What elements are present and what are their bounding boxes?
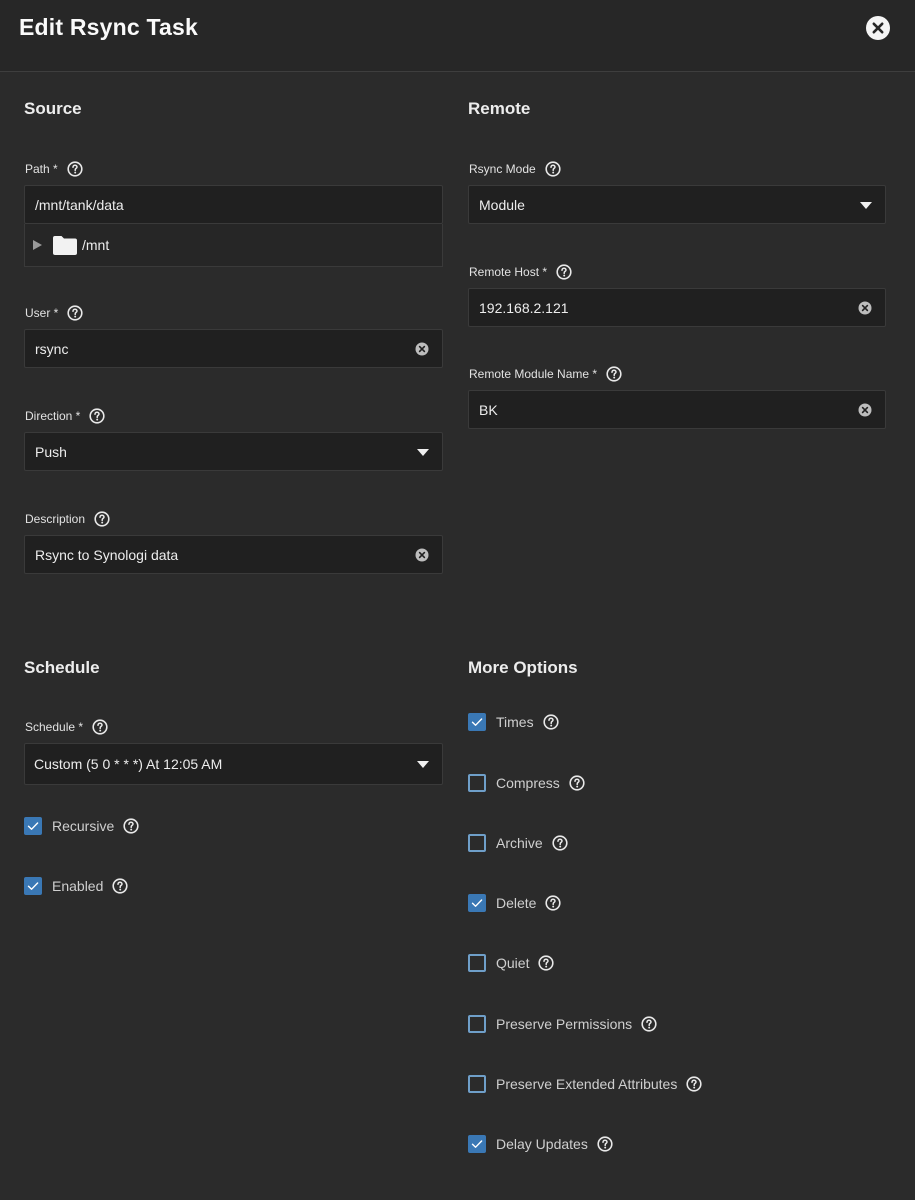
rsync-mode-select[interactable]: Module [468,185,886,224]
option-delete-checkbox[interactable]: Delete [468,892,561,914]
help-icon[interactable] [89,408,105,424]
remote-module-label: Remote Module Name * [469,365,622,383]
checkbox-checked[interactable] [468,894,486,912]
help-icon[interactable] [92,719,108,735]
path-label: Path * [25,160,83,178]
option-times-checkbox[interactable]: Times [468,711,559,733]
enabled-checkbox[interactable]: Enabled [24,875,128,897]
path-input[interactable]: /mnt/tank/data [24,185,443,224]
clear-icon[interactable] [415,548,429,562]
direction-label: Direction * [25,407,105,425]
help-icon[interactable] [67,161,83,177]
option-archive-checkbox[interactable]: Archive [468,832,568,854]
schedule-section-title: Schedule [24,658,100,677]
option-compress-checkbox[interactable]: Compress [468,772,585,794]
description-label: Description [25,510,110,528]
checkbox-unchecked[interactable] [468,1015,486,1033]
help-icon[interactable] [686,1076,702,1092]
help-icon[interactable] [597,1136,613,1152]
user-label: User * [25,304,83,322]
help-icon[interactable] [543,714,559,730]
remote-host-label: Remote Host * [469,263,572,281]
caret-down-icon [860,202,872,209]
checkbox-unchecked[interactable] [468,1075,486,1093]
source-section-title: Source [24,99,82,118]
checkbox-unchecked[interactable] [468,954,486,972]
checkbox-checked[interactable] [468,1135,486,1153]
dialog-title: Edit Rsync Task [19,14,198,40]
schedule-select[interactable]: Custom (5 0 * * *) At 12:05 AM [24,743,443,785]
help-icon[interactable] [67,305,83,321]
option-delay-updates-checkbox[interactable]: Delay Updates [468,1133,613,1155]
direction-select[interactable]: Push [24,432,443,471]
checkmark-icon [468,713,486,731]
help-icon[interactable] [606,366,622,382]
path-tree-item[interactable]: /mnt [24,224,443,267]
tree-item-label: /mnt [82,237,110,253]
option-quiet-checkbox[interactable]: Quiet [468,952,554,974]
option-preserve-permissions-checkbox[interactable]: Preserve Permissions [468,1013,657,1035]
help-icon[interactable] [569,775,585,791]
help-icon[interactable] [545,161,561,177]
checkbox-checked[interactable] [24,877,42,895]
more-options-section-title: More Options [468,658,578,677]
close-icon [872,22,884,34]
folder-icon [53,236,77,255]
help-icon[interactable] [538,955,554,971]
caret-down-icon [417,449,429,456]
checkmark-icon [24,877,42,895]
clear-icon[interactable] [858,301,872,315]
close-button[interactable] [866,16,890,40]
clear-icon[interactable] [415,342,429,356]
caret-down-icon [417,761,429,768]
option-preserve-extended-attributes-checkbox[interactable]: Preserve Extended Attributes [468,1073,702,1095]
help-icon[interactable] [545,895,561,911]
checkmark-icon [468,894,486,912]
user-input[interactable]: rsync [24,329,443,368]
dialog-header: Edit Rsync Task [0,0,915,72]
remote-host-input[interactable]: 192.168.2.121 [468,288,886,327]
help-icon[interactable] [112,878,128,894]
help-icon[interactable] [556,264,572,280]
help-icon[interactable] [552,835,568,851]
remote-module-input[interactable]: BK [468,390,886,429]
help-icon[interactable] [123,818,139,834]
checkmark-icon [468,1135,486,1153]
checkmark-icon [24,817,42,835]
checkbox-checked[interactable] [468,713,486,731]
checkbox-unchecked[interactable] [468,834,486,852]
help-icon[interactable] [94,511,110,527]
checkbox-unchecked[interactable] [468,774,486,792]
help-icon[interactable] [641,1016,657,1032]
expand-triangle-icon[interactable] [33,240,42,250]
description-input[interactable]: Rsync to Synologi data [24,535,443,574]
recursive-checkbox[interactable]: Recursive [24,815,139,837]
remote-section-title: Remote [468,99,531,118]
clear-icon[interactable] [858,403,872,417]
rsync-mode-label: Rsync Mode [469,160,561,178]
checkbox-checked[interactable] [24,817,42,835]
schedule-label: Schedule * [25,718,108,736]
